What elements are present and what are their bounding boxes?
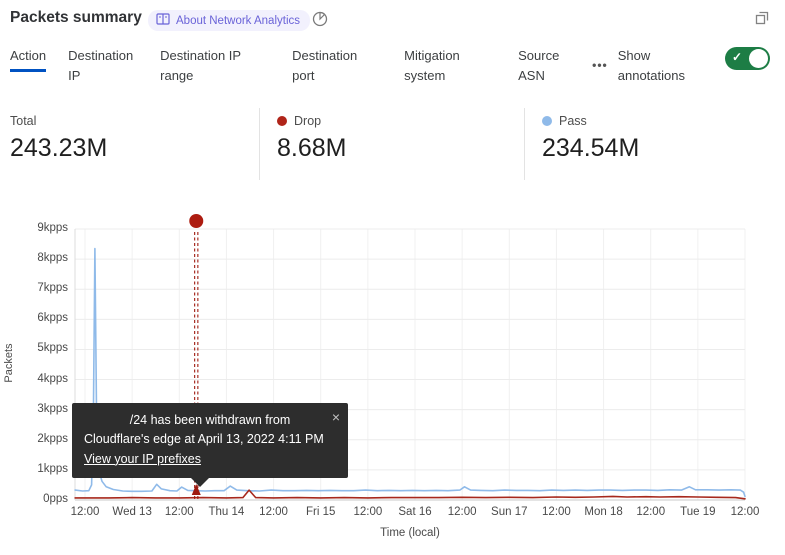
x-tick-label: Tue 19: [671, 506, 725, 518]
toggle-check-icon: ✓: [732, 50, 742, 64]
x-tick-label: 12:00: [624, 506, 678, 518]
tab-destination-ip-range[interactable]: Destination IP range: [160, 46, 254, 85]
popout-icon[interactable]: [753, 8, 771, 26]
book-icon: [156, 13, 170, 28]
about-badge-label: About Network Analytics: [176, 15, 300, 27]
packets-summary-panel: Packets summary About Network Analytics …: [0, 0, 785, 555]
y-tick-label: 2kpps: [0, 433, 68, 445]
x-tick-label: Fri 15: [294, 506, 348, 518]
x-tick-label: 12:00: [529, 506, 583, 518]
y-tick-label: 3kpps: [0, 403, 68, 415]
stat-total: Total 243.23M: [0, 108, 259, 180]
x-tick-label: 12:00: [247, 506, 301, 518]
x-tick-label: Sun 17: [482, 506, 536, 518]
tooltip-text-line1: /24 has been withdrawn from: [84, 411, 336, 430]
y-tick-label: 8kpps: [0, 252, 68, 264]
show-annotations-toggle[interactable]: ✓: [725, 47, 770, 70]
tab-source-asn[interactable]: Source ASN: [518, 46, 568, 85]
more-tabs-ellipsis-icon[interactable]: •••: [592, 56, 608, 74]
stat-pass-value: 234.54M: [542, 134, 785, 163]
stats-row: Total 243.23M Drop 8.68M Pass 234.54M: [0, 108, 785, 180]
stat-drop-label: Drop: [294, 114, 321, 128]
time-period-icon[interactable]: [311, 10, 329, 28]
show-annotations-label: Show annotations: [618, 46, 700, 85]
y-tick-label: 0pps: [0, 493, 68, 505]
tab-mitigation-system[interactable]: Mitigation system: [404, 46, 474, 85]
packets-time-series-chart: Packets Time (local) × /24 has been with…: [0, 205, 785, 555]
y-tick-label: 7kpps: [0, 282, 68, 294]
stat-pass-label: Pass: [559, 114, 587, 128]
drop-legend-dot: [277, 116, 287, 126]
x-tick-label: Thu 14: [199, 506, 253, 518]
x-tick-label: 12:00: [718, 506, 772, 518]
annotation-tooltip: × /24 has been withdrawn from Cloudflare…: [72, 403, 348, 478]
x-tick-label: 12:00: [435, 506, 489, 518]
pass-legend-dot: [542, 116, 552, 126]
x-tick-label: 12:00: [152, 506, 206, 518]
page-title: Packets summary: [10, 9, 142, 27]
about-network-analytics-badge[interactable]: About Network Analytics: [148, 10, 310, 31]
stat-total-value: 243.23M: [10, 134, 259, 163]
chart-canvas: [0, 205, 785, 555]
y-tick-label: 9kpps: [0, 222, 68, 234]
stat-total-label: Total: [10, 114, 36, 128]
tab-destination-port[interactable]: Destination port: [292, 46, 366, 85]
y-tick-label: 5kpps: [0, 342, 68, 354]
y-tick-label: 1kpps: [0, 463, 68, 475]
stat-drop-value: 8.68M: [277, 134, 524, 163]
stat-drop: Drop 8.68M: [259, 108, 524, 180]
tab-destination-ip[interactable]: Destination IP: [68, 46, 142, 85]
x-axis-label: Time (local): [75, 527, 745, 539]
y-tick-label: 6kpps: [0, 312, 68, 324]
tab-action[interactable]: Action: [10, 46, 46, 72]
dimension-tabs: Action Destination IP Destination IP ran…: [10, 46, 715, 85]
toggle-knob: [749, 49, 768, 68]
tooltip-text-line2: Cloudflare's edge at April 13, 2022 4:11…: [84, 430, 336, 449]
stat-pass: Pass 234.54M: [524, 108, 785, 180]
x-tick-label: Sat 16: [388, 506, 442, 518]
x-tick-label: Mon 18: [577, 506, 631, 518]
x-tick-label: 12:00: [58, 506, 112, 518]
x-tick-label: 12:00: [341, 506, 395, 518]
panel-header: Packets summary About Network Analytics: [0, 0, 785, 40]
tooltip-close-icon[interactable]: ×: [332, 407, 340, 429]
x-tick-label: Wed 13: [105, 506, 159, 518]
view-ip-prefixes-link[interactable]: View your IP prefixes: [84, 452, 201, 466]
y-tick-label: 4kpps: [0, 373, 68, 385]
